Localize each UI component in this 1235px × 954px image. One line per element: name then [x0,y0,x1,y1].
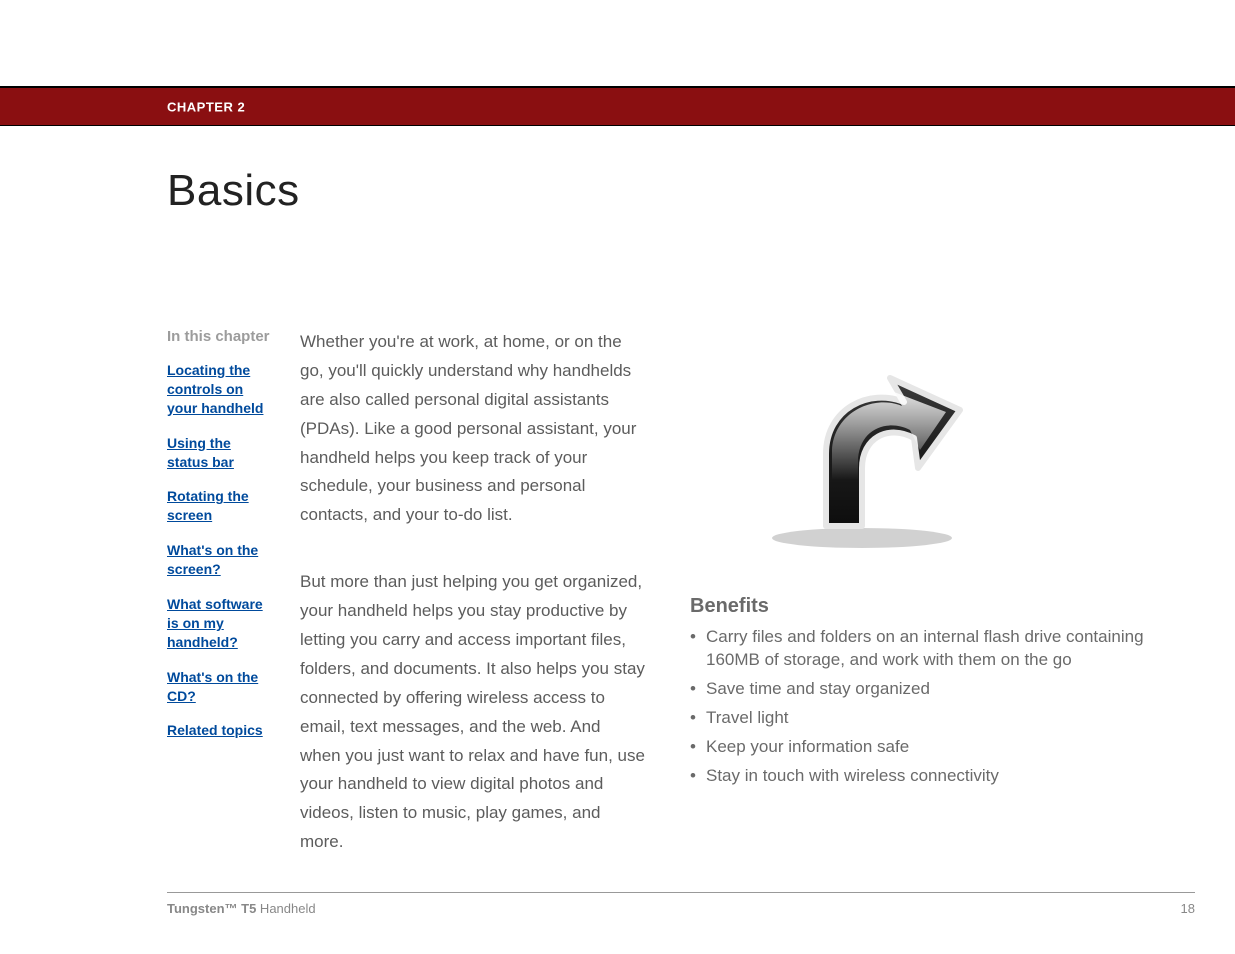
benefit-item: Keep your information safe [690,736,1195,759]
footer-product-name: Tungsten™ T5 [167,901,256,916]
page-footer: Tungsten™ T5 Handheld 18 [167,892,1195,916]
sidebar-link-cd[interactable]: What's on the CD? [167,668,270,706]
sidebar-link-related[interactable]: Related topics [167,721,270,740]
benefit-item: Travel light [690,707,1195,730]
benefits-list: Carry files and folders on an internal f… [690,626,1195,788]
sidebar-link-controls[interactable]: Locating the controls on your handheld [167,361,270,418]
benefits-heading: Benefits [690,595,1195,618]
benefit-item: Carry files and folders on an internal f… [690,626,1195,672]
sidebar-heading: In this chapter [167,328,270,345]
page-title: Basics [167,166,1235,216]
intro-paragraph-1: Whether you're at work, at home, or on t… [300,328,645,530]
sidebar: In this chapter Locating the controls on… [0,328,290,895]
sidebar-link-status-bar[interactable]: Using the status bar [167,434,270,472]
footer-product-suffix: Handheld [256,901,315,916]
right-column: Benefits Carry files and folders on an i… [660,328,1235,895]
sidebar-link-software[interactable]: What software is on my handheld? [167,595,270,652]
footer-product: Tungsten™ T5 Handheld [167,901,316,916]
forward-arrow-icon [750,350,1195,555]
main-text: Whether you're at work, at home, or on t… [290,328,660,895]
content-row: In this chapter Locating the controls on… [0,328,1235,895]
sidebar-link-rotating[interactable]: Rotating the screen [167,487,270,525]
intro-paragraph-2: But more than just helping you get organ… [300,568,645,857]
benefit-item: Save time and stay organized [690,678,1195,701]
sidebar-link-whats-on-screen[interactable]: What's on the screen? [167,541,270,579]
chapter-band: CHAPTER 2 [0,86,1235,126]
top-whitespace [0,0,1235,86]
footer-page-number: 18 [1181,901,1195,916]
benefit-item: Stay in touch with wireless connectivity [690,765,1195,788]
chapter-label: CHAPTER 2 [167,99,245,114]
